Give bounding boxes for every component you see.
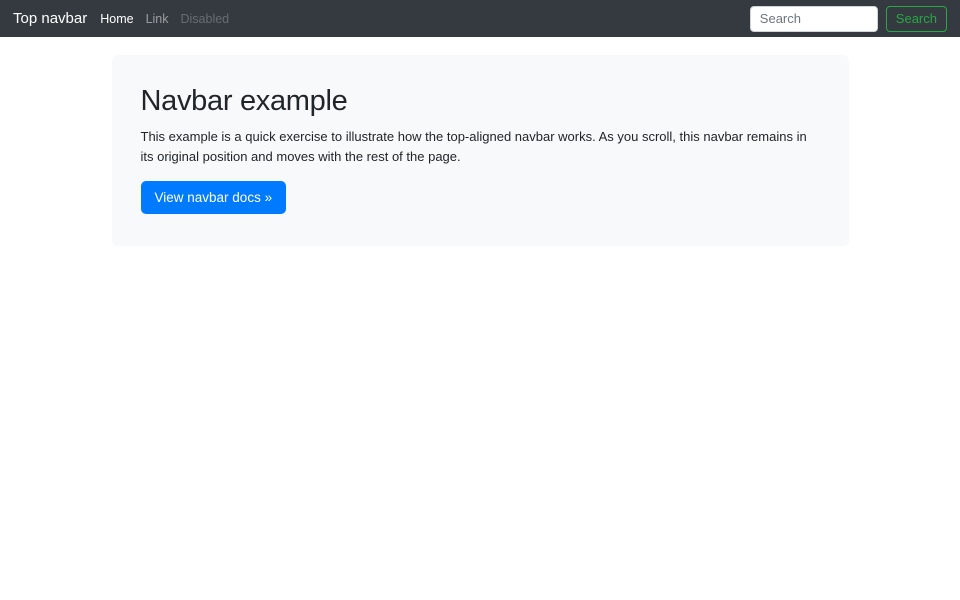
nav-item: Link [140,10,175,28]
nav-link-disabled: Disabled [180,11,230,26]
search-button[interactable]: Search [885,5,947,32]
navbar-search-form: Search [749,5,947,32]
page-title: Navbar example [140,85,348,117]
jumbotron: Navbar example This example is a quick e… [111,55,849,246]
search-input[interactable] [749,5,878,32]
nav-item: Disabled [175,10,236,28]
nav-item: Home [94,10,139,28]
nav-link-link[interactable]: Link [140,12,175,26]
page-description: This example is a quick exercise to illu… [140,129,807,164]
navbar-brand[interactable]: Top navbar [13,10,87,27]
view-navbar-docs-button[interactable]: View navbar docs » [140,181,287,214]
navbar-nav: Home Link Disabled [94,10,235,28]
nav-link-home[interactable]: Home [94,12,139,26]
top-navbar: Top navbar Home Link Disabled Search [0,0,960,37]
main-container: Navbar example This example is a quick e… [111,55,849,246]
